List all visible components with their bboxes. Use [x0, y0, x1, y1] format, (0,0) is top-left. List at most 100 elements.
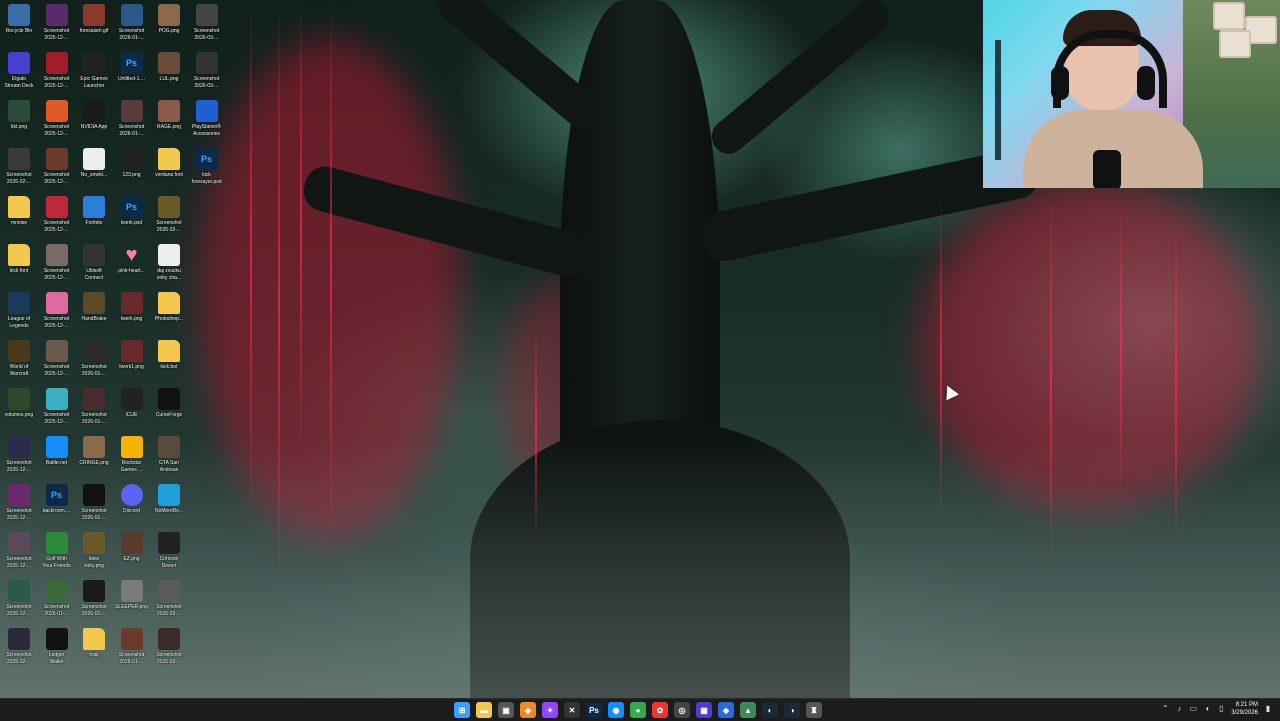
desktop-icon[interactable]: Ps Untitled-1....: [113, 52, 151, 83]
file-explorer-icon[interactable]: ▬: [476, 702, 492, 718]
battery-icon[interactable]: ▯: [1217, 705, 1225, 713]
desktop-icon[interactable]: Screenshot 2025-12-...: [0, 628, 38, 666]
taskbar-apps: ⊞ ▬ ▣ ◆ ✦ ✕ Ps ◉ ● ✿ ◎ ▦ ◈ ▲ ◐ ◑ ♜: [454, 702, 822, 718]
desktop-icon[interactable]: mist: [75, 628, 113, 659]
desktop-icon[interactable]: Screenshot 2026-01-...: [113, 4, 151, 42]
desktop-icon[interactable]: Screenshot 2026-01-...: [75, 484, 113, 522]
desktop-icon[interactable]: Photoshop...: [150, 292, 188, 323]
desktop-icon[interactable]: Golf With Your Friends: [38, 532, 76, 570]
desktop-icon[interactable]: Ledger Wallet: [38, 628, 76, 666]
desktop-icon[interactable]: No_smoki...: [75, 148, 113, 179]
desktop-icon[interactable]: mnoise: [0, 196, 38, 227]
desktop-icon[interactable]: League of Legends: [0, 292, 38, 330]
steam-icon[interactable]: ◐: [762, 702, 778, 718]
chrome-icon[interactable]: ●: [630, 702, 646, 718]
desktop-icon[interactable]: Screenshot 2025-12-...: [38, 292, 76, 330]
desktop-icon[interactable]: NVIDIA App: [75, 100, 113, 131]
desktop-icon[interactable]: POG.png: [150, 4, 188, 35]
desktop-icon[interactable]: LUL.png: [150, 52, 188, 83]
desktop-icon[interactable]: daj zvucku zeby cha...: [150, 244, 188, 282]
desktop-icon[interactable]: Screenshot 2025-12-...: [38, 244, 76, 282]
desktop-icon[interactable]: Screenshot 2026-01-...: [38, 580, 76, 618]
desktop-icon[interactable]: PlayStation® Accessories: [188, 100, 226, 138]
desktop-icon[interactable]: NoMoreBo...: [150, 484, 188, 515]
battlenet-icon[interactable]: ◉: [608, 702, 624, 718]
desktop-icon[interactable]: Screenshot 2026-03-...: [150, 580, 188, 618]
speaker-icon[interactable]: ♪: [1175, 705, 1183, 713]
desktop-icon[interactable]: Screenshot 2026-01-...: [75, 580, 113, 618]
desktop-icon[interactable]: twerk1.png: [113, 340, 151, 371]
clock[interactable]: 8:21 PM 3/29/2026: [1231, 701, 1258, 717]
desktop-icon[interactable]: 123.png: [113, 148, 151, 179]
desktop-icon[interactable]: Screenshot 2025-12-...: [0, 532, 38, 570]
desktop-icon[interactable]: kkt.png: [0, 100, 38, 131]
chevron-up-icon[interactable]: ⌃: [1161, 705, 1169, 713]
app-icon[interactable]: ▲: [740, 702, 756, 718]
desktop-icon[interactable]: Screenshot 2025-12-...: [38, 196, 76, 234]
photoshop-icon[interactable]: Ps: [586, 702, 602, 718]
desktop-icon[interactable]: Fortnite: [75, 196, 113, 227]
app-icon[interactable]: ◆: [520, 702, 536, 718]
desktop-icon[interactable]: SLEEPER.png: [113, 580, 151, 611]
app-icon[interactable]: ✿: [652, 702, 668, 718]
desktop-icon[interactable]: volumes.png: [0, 388, 38, 419]
curseforge-icon: [158, 388, 180, 410]
steam-icon[interactable]: ◑: [784, 702, 800, 718]
desktop-icon[interactable]: CurseForge: [150, 388, 188, 419]
desktop-icon[interactable]: Epic Games Launcher: [75, 52, 113, 90]
app-icon[interactable]: ◎: [674, 702, 690, 718]
desktop-icon[interactable]: Screenshot 2025-12-...: [38, 52, 76, 90]
desktop-icon[interactable]: Screenshot 2025-12-...: [38, 148, 76, 186]
desktop-icon[interactable]: Crimson Desert: [150, 532, 188, 570]
desktop-icon[interactable]: kick font: [0, 244, 38, 275]
app-icon[interactable]: ♜: [806, 702, 822, 718]
desktop-icon[interactable]: Ubisoft Connect: [75, 244, 113, 282]
desktop-icon[interactable]: Screenshot 2025-12-...: [0, 484, 38, 522]
notification-icon[interactable]: ▮: [1264, 705, 1272, 713]
desktop-icon[interactable]: Ps kick foresayer.psd: [188, 148, 226, 186]
desktop-icon[interactable]: RAGE.png: [150, 100, 188, 131]
desktop-icon[interactable]: Screenshot 2025-12-...: [38, 4, 76, 42]
desktop-icon[interactable]: Screenshot 2026-02-...: [0, 148, 38, 186]
stream-deck-icon[interactable]: ▦: [696, 702, 712, 718]
desktop-icon[interactable]: Screenshot 2025-12-...: [38, 100, 76, 138]
desktop-icon[interactable]: CRINGE.png: [75, 436, 113, 467]
desktop-icon[interactable]: Rockstar Games ...: [113, 436, 151, 474]
desktop-icon[interactable]: GTA San Andreas: [150, 436, 188, 474]
desktop-icon[interactable]: Screenshot 2025-12-...: [38, 340, 76, 378]
app-icon[interactable]: ✕: [564, 702, 580, 718]
app-icon[interactable]: ▣: [498, 702, 514, 718]
desktop-icon[interactable]: Screenshot 2026-01-...: [113, 100, 151, 138]
desktop-icon[interactable]: iCUE: [113, 388, 151, 419]
desktop-icon[interactable]: Screenshot 2026-01-...: [75, 388, 113, 426]
desktop-icon[interactable]: Screenshot 2026-01-...: [113, 628, 151, 666]
volume-icon[interactable]: ◖: [1203, 705, 1211, 713]
desktop-icon[interactable]: foresalam.gif: [75, 4, 113, 35]
desktop-icon[interactable]: EZ.png: [113, 532, 151, 563]
desktop-icon[interactable]: Ps backroom....: [38, 484, 76, 515]
desktop-icon[interactable]: Screenshot 2026-03-...: [150, 628, 188, 666]
desktop-icon[interactable]: ♥ pink-heart...: [113, 244, 151, 275]
desktop-icon[interactable]: Screenshot 2026-03-...: [188, 52, 226, 90]
start-icon[interactable]: ⊞: [454, 702, 470, 718]
desktop-icon[interactable]: Ps twerk.psd: [113, 196, 151, 227]
desktop-icon[interactable]: Elgato Stream Deck: [0, 52, 38, 90]
desktop-icon[interactable]: twerk.png: [113, 292, 151, 323]
app-icon[interactable]: ◈: [718, 702, 734, 718]
desktop-icon[interactable]: Screenshot 2026-03-...: [188, 4, 226, 42]
twitch-icon[interactable]: ✦: [542, 702, 558, 718]
desktop-icon[interactable]: biele zuby.png: [75, 532, 113, 570]
desktop-icon[interactable]: Recycle Bin: [0, 4, 38, 35]
desktop-icon[interactable]: Screenshot 2026-02-...: [150, 196, 188, 234]
network-icon[interactable]: ▭: [1189, 705, 1198, 713]
desktop-icon[interactable]: kick.bot: [150, 340, 188, 371]
desktop-icon[interactable]: World of Warcraft: [0, 340, 38, 378]
desktop-icon[interactable]: Screenshot 2026-12-...: [0, 580, 38, 618]
desktop-icon[interactable]: Screenshot 2026-01-...: [75, 340, 113, 378]
desktop-icon[interactable]: Battle.net: [38, 436, 76, 467]
desktop-icon[interactable]: Discord: [113, 484, 151, 515]
desktop-icon[interactable]: verdana font: [150, 148, 188, 179]
desktop-icon[interactable]: HandBrake: [75, 292, 113, 323]
desktop-icon[interactable]: Screenshot 2025-12-...: [38, 388, 76, 426]
desktop-icon[interactable]: Screenshot 2025-12-...: [0, 436, 38, 474]
